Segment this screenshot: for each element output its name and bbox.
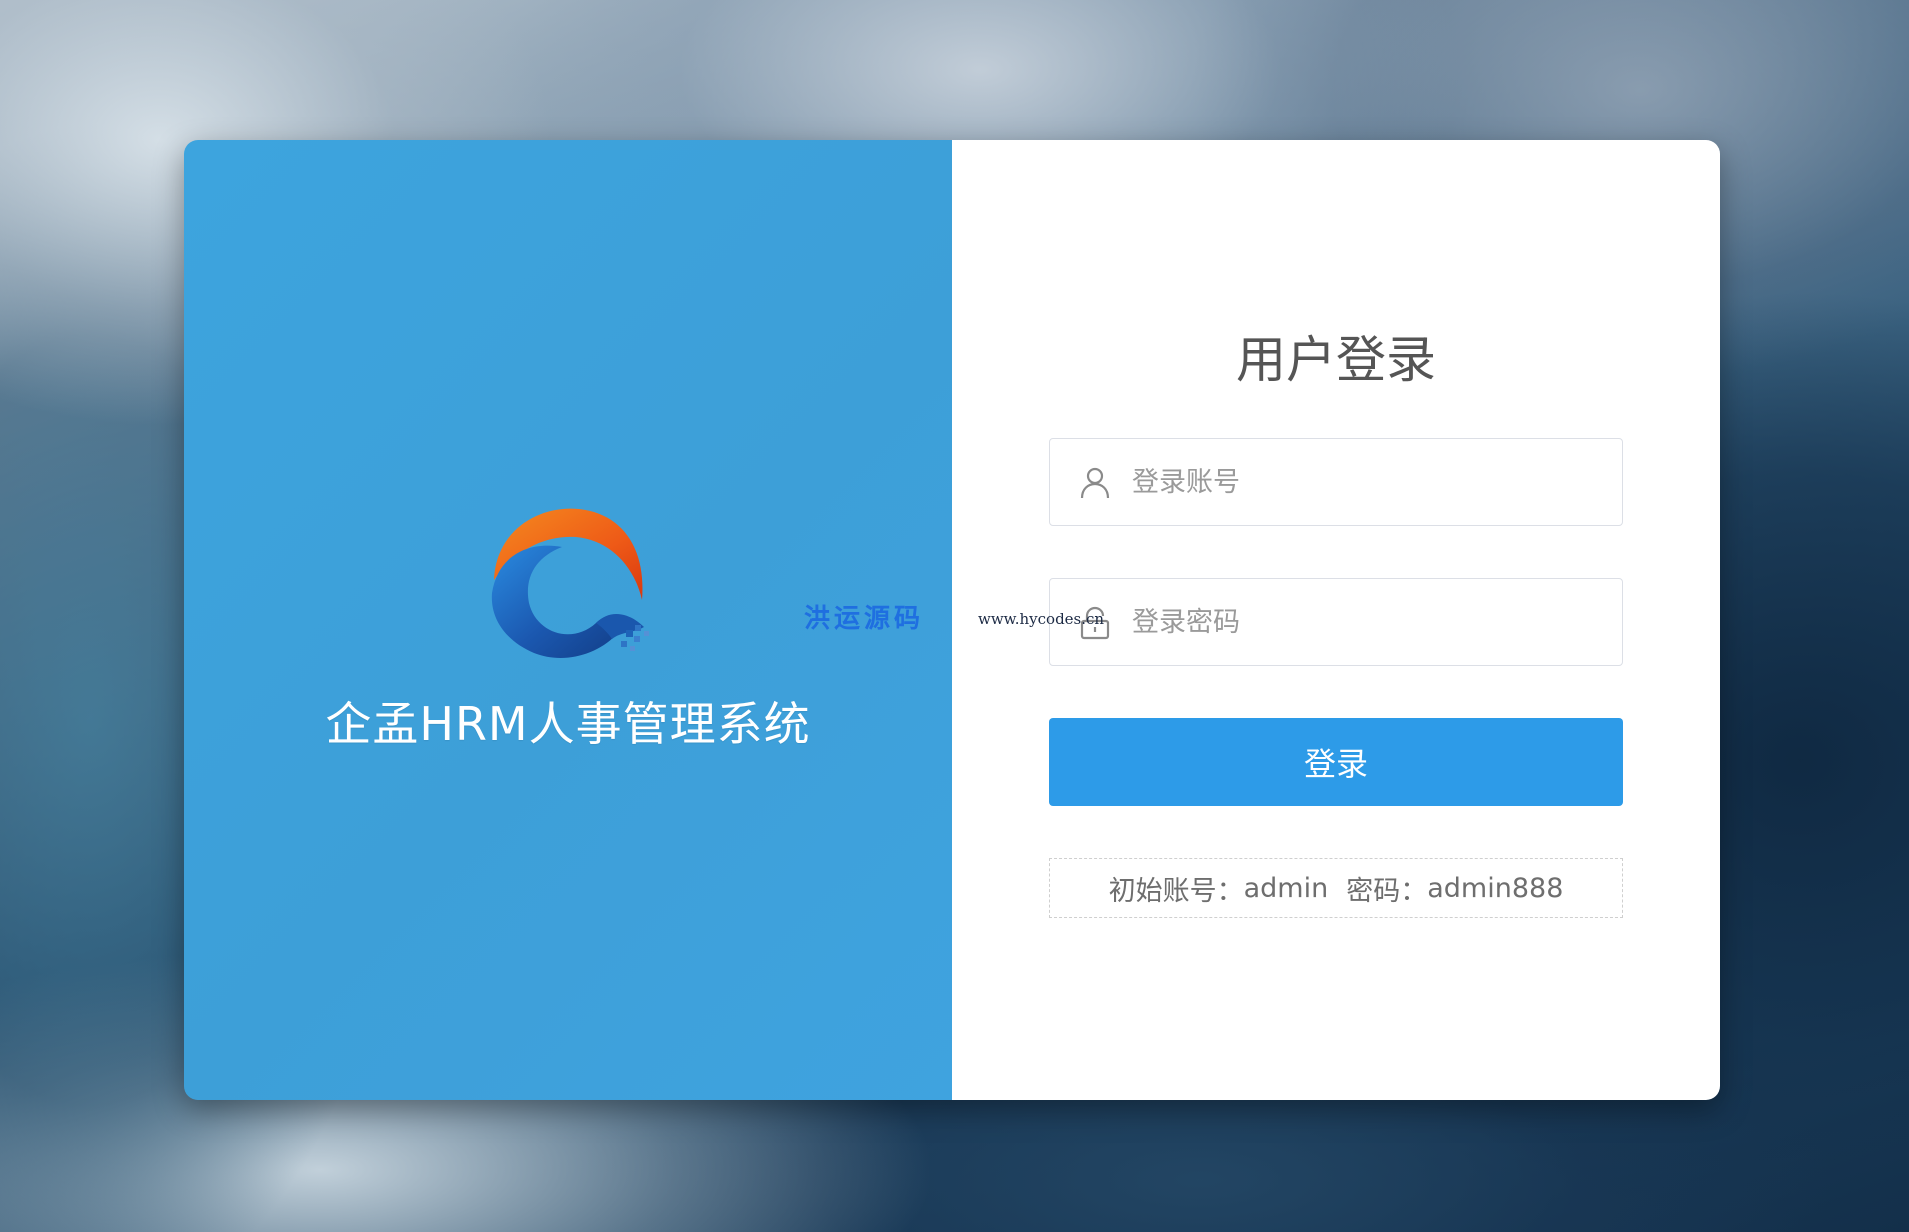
watermark-name: 洪运源码	[804, 604, 925, 634]
account-field[interactable]	[1049, 438, 1623, 526]
login-button[interactable]: 登录	[1049, 718, 1623, 806]
hint-password-value: admin888	[1427, 872, 1564, 904]
password-input[interactable]	[1132, 579, 1602, 665]
hint-password-label: 密码：	[1346, 875, 1428, 907]
account-input[interactable]	[1132, 439, 1602, 525]
login-title: 用户登录	[1236, 331, 1436, 389]
login-card: 企孟HRM人事管理系统 用户登录 登录 初始账号： admin 密码： ad	[184, 140, 1720, 1100]
company-logo	[491, 508, 649, 658]
user-icon	[1080, 467, 1110, 499]
system-title: 企孟HRM人事管理系统	[325, 697, 811, 751]
watermark-url: www.hycodes.cn	[978, 610, 1105, 628]
hint-account-value: admin	[1243, 872, 1329, 904]
password-field[interactable]	[1049, 578, 1623, 666]
hint-account-label: 初始账号：	[1108, 875, 1244, 907]
default-credentials-hint: 初始账号： admin 密码： admin888	[1049, 858, 1623, 918]
